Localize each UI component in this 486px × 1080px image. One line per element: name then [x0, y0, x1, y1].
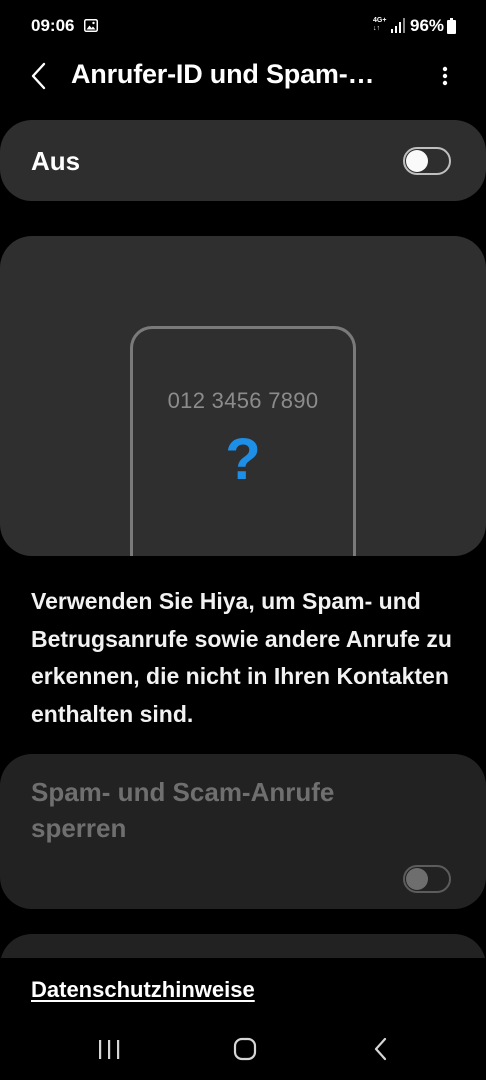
question-mark-icon: ?: [225, 427, 261, 492]
toggle-knob: [406, 150, 428, 172]
privacy-notice-link[interactable]: Datenschutzhinweise: [31, 977, 255, 1003]
toggle-knob: [406, 868, 428, 890]
screen: 09:06 4G+ ↓↑ 96% Anrufer-ID und Spam-… A…: [0, 0, 486, 1080]
back-icon: [374, 1037, 387, 1061]
home-icon: [233, 1037, 257, 1061]
network-type-indicator: 4G+ ↓↑: [373, 17, 387, 32]
spam-block-toggle: [403, 865, 451, 893]
battery-icon: [447, 18, 456, 34]
recents-button[interactable]: [87, 1032, 131, 1066]
system-navigation-bar: [0, 1020, 486, 1080]
recents-icon: [99, 1040, 120, 1059]
page-title: Anrufer-ID und Spam-…: [71, 59, 375, 89]
illustration-phone-number: 012 3456 7890: [167, 388, 319, 413]
chevron-left-icon: [31, 62, 46, 90]
home-button[interactable]: [223, 1032, 267, 1066]
spam-block-label: Spam- und Scam-Anrufe sperren: [31, 777, 335, 843]
illustration-card: 012 3456 7890 ?: [0, 236, 486, 556]
privacy-footer: Datenschutzhinweise: [0, 958, 486, 1020]
more-options-button[interactable]: [428, 56, 462, 96]
master-switch-toggle[interactable]: [403, 147, 451, 175]
battery-percentage: 96%: [410, 16, 445, 35]
signal-strength-icon: [390, 18, 406, 33]
nav-back-button[interactable]: [359, 1032, 403, 1066]
status-time: 09:06: [31, 16, 75, 35]
gallery-notification-icon: [84, 19, 98, 32]
feature-description: Verwenden Sie Hiya, um Spam- und Betrugs…: [31, 588, 452, 727]
app-bar: Anrufer-ID und Spam-…: [0, 44, 486, 108]
master-switch-label: Aus: [31, 146, 81, 176]
more-vertical-icon: [442, 66, 448, 86]
back-button[interactable]: [20, 56, 60, 96]
